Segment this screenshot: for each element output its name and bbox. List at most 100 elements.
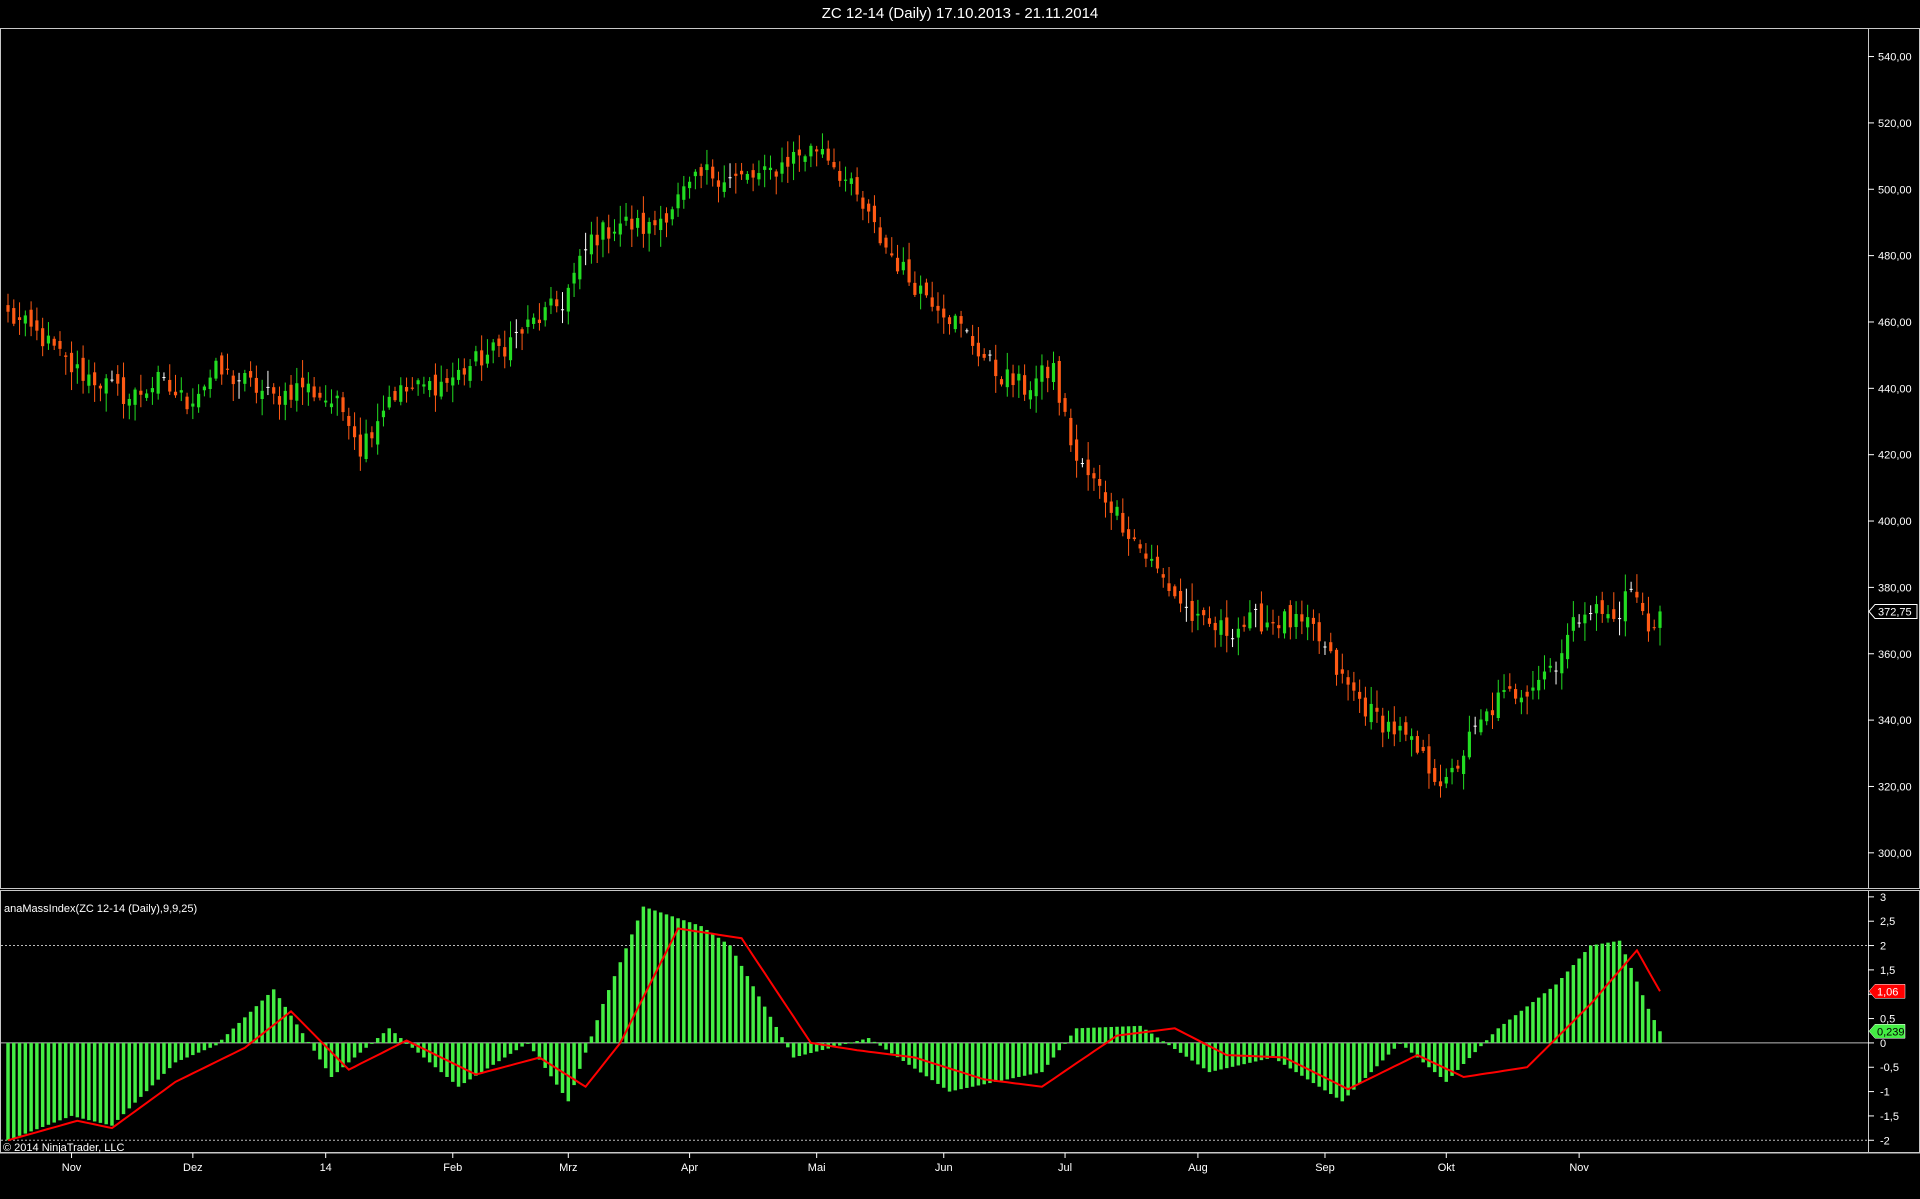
histogram-bar — [1473, 1042, 1477, 1053]
candle-body — [1207, 618, 1212, 624]
candle-body — [1115, 506, 1119, 516]
histogram-bar — [612, 976, 617, 1043]
histogram-bar — [543, 1042, 547, 1068]
chart-svg[interactable]: 300,00 320,00 340,00 360,00 380,00 400,00 420,… — [0, 0, 1920, 1199]
candle-body — [422, 384, 426, 387]
candle-body — [150, 388, 154, 393]
candle-body — [1126, 529, 1131, 539]
candle-body — [173, 391, 178, 396]
candle-body — [659, 218, 663, 231]
candle-body — [711, 166, 715, 179]
candle-body — [705, 164, 709, 171]
candle-body — [566, 287, 570, 312]
histogram-bar — [734, 955, 738, 1043]
histogram-bar — [1063, 1042, 1067, 1044]
candle-body — [884, 237, 888, 248]
candle-body — [1046, 366, 1050, 379]
histogram-bar — [682, 920, 686, 1043]
histogram-bar — [1080, 1028, 1085, 1043]
histogram-bar — [924, 1042, 929, 1077]
histogram-bar — [786, 1042, 790, 1048]
candle-body — [618, 223, 622, 235]
price-tick-label: 380,00 — [1878, 582, 1912, 594]
time-tick-label: Apr — [681, 1162, 698, 1174]
histogram-bar — [1404, 1042, 1408, 1048]
histogram-bar — [595, 1020, 599, 1043]
candle-body — [1519, 697, 1523, 703]
histogram-bar — [150, 1042, 155, 1086]
candle-body — [867, 203, 871, 212]
histogram-bar — [1588, 945, 1593, 1043]
candle-body — [578, 255, 582, 280]
candle-body — [1485, 711, 1489, 722]
candle-body — [1242, 624, 1246, 627]
histogram-bar — [121, 1042, 126, 1115]
histogram-bar — [185, 1042, 189, 1058]
candle-body — [139, 390, 143, 395]
histogram-bar — [994, 1042, 998, 1082]
histogram-bar — [1583, 952, 1587, 1043]
candle-body — [324, 400, 328, 403]
candle-body — [1392, 721, 1396, 735]
candle-body — [612, 231, 617, 234]
histogram-bar — [98, 1042, 103, 1123]
candle-body — [982, 353, 986, 358]
candle-body — [1467, 731, 1471, 758]
histogram-bar — [393, 1033, 397, 1043]
histogram-bar — [474, 1042, 478, 1076]
histogram-bar — [1594, 944, 1599, 1043]
candle-body — [1623, 591, 1627, 622]
candle-body — [462, 368, 466, 375]
candle-body — [6, 305, 10, 312]
histogram-bar — [1496, 1028, 1500, 1043]
candle-body — [1190, 600, 1194, 621]
histogram-bar — [503, 1042, 507, 1058]
histogram-bar — [1045, 1042, 1050, 1065]
candle-body — [272, 387, 276, 394]
histogram-bar — [1005, 1042, 1010, 1080]
histogram-bar — [1513, 1015, 1518, 1043]
candle-body — [1346, 677, 1350, 685]
candle-body — [1427, 746, 1431, 774]
histogram-bar — [497, 1042, 501, 1062]
histogram-bar — [208, 1042, 212, 1048]
histogram-bar — [970, 1042, 975, 1087]
histogram-bar — [69, 1042, 74, 1116]
histogram-bar — [110, 1042, 114, 1126]
candle-body — [1565, 634, 1570, 660]
histogram-bar — [358, 1042, 363, 1053]
candle-body — [768, 167, 773, 171]
histogram-bar — [1658, 1031, 1662, 1043]
histogram-bar — [116, 1042, 120, 1120]
price-tick-label: 460,00 — [1878, 317, 1912, 329]
histogram-bar — [531, 1042, 536, 1052]
histogram-bar — [179, 1042, 184, 1060]
histogram-bar — [375, 1038, 380, 1043]
candle-body — [145, 393, 149, 398]
histogram-bar — [40, 1042, 45, 1127]
histogram-bar — [1190, 1042, 1194, 1061]
time-tick-label: Okt — [1438, 1162, 1455, 1174]
histogram-bar — [491, 1042, 495, 1065]
histogram-bar — [1340, 1042, 1345, 1102]
candle-body — [1213, 622, 1217, 631]
histogram-bar — [1571, 965, 1576, 1043]
candle-body — [1109, 501, 1113, 513]
candle-body — [953, 315, 957, 330]
candle-body — [312, 386, 316, 398]
price-tick-label: 520,00 — [1878, 118, 1912, 130]
histogram-bar — [64, 1042, 68, 1119]
price-tick-label: 300,00 — [1878, 848, 1912, 860]
histogram-bar — [329, 1042, 334, 1077]
candle-body — [965, 330, 969, 332]
candle-body — [838, 170, 842, 181]
histogram-bar — [1484, 1040, 1489, 1043]
candle-body — [404, 386, 409, 392]
histogram-bar — [12, 1042, 16, 1139]
candlestick-series — [6, 133, 1662, 798]
histogram-bar — [549, 1042, 553, 1077]
candle-body — [1329, 642, 1333, 652]
histogram-bar — [745, 976, 750, 1043]
candle-body — [890, 253, 894, 256]
indicator-tick-label: -0,5 — [1880, 1062, 1899, 1074]
